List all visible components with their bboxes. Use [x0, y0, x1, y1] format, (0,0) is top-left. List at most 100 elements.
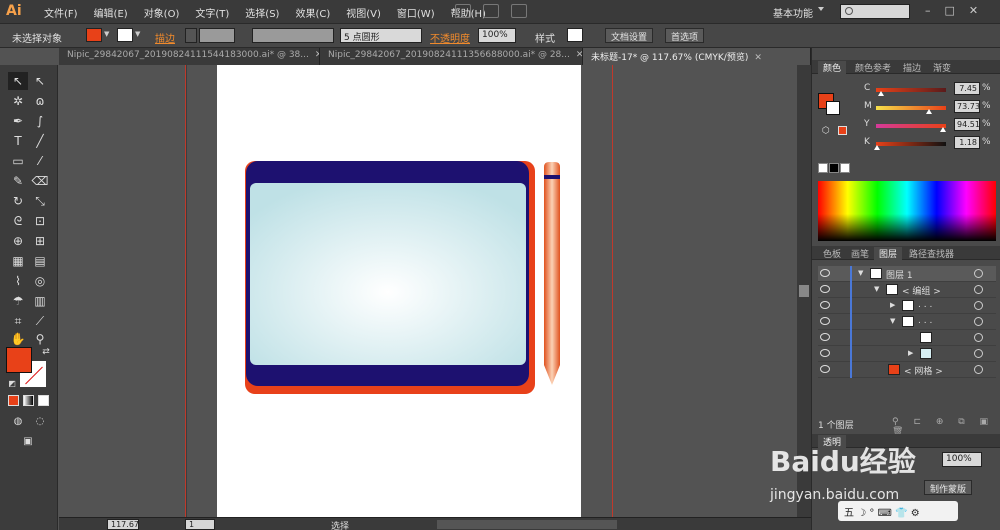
- layer-row[interactable]: ▼ 图层 1: [818, 266, 996, 282]
- layer-name[interactable]: 图层 1: [886, 268, 913, 281]
- eye-icon[interactable]: [820, 285, 830, 293]
- tab-brushes[interactable]: 画笔: [846, 247, 874, 260]
- artboard-tool-icon[interactable]: ⌗: [8, 312, 28, 330]
- layer-name[interactable]: . . .: [918, 300, 932, 310]
- eye-icon[interactable]: [820, 317, 830, 325]
- slice-tool-icon[interactable]: ⟋: [30, 312, 50, 330]
- layer-row[interactable]: ▼ . . .: [818, 314, 996, 330]
- tab-document-1[interactable]: Nipic_29842067_20190824111544183000.ai* …: [59, 48, 320, 65]
- scroll-thumb[interactable]: [799, 285, 809, 297]
- eye-icon[interactable]: [820, 349, 830, 357]
- default-colors-icon[interactable]: ◩: [2, 375, 22, 393]
- horizontal-scrollbar[interactable]: [437, 520, 617, 529]
- twirl-icon[interactable]: ▶: [908, 349, 913, 357]
- brush-select[interactable]: 5 点圆形: [340, 28, 422, 43]
- draw-mode-icon[interactable]: ◍: [8, 413, 28, 431]
- warp-tool-icon[interactable]: ᘓ: [8, 212, 28, 230]
- stroke-stepper[interactable]: [185, 28, 197, 43]
- column-graph-icon[interactable]: ▥: [30, 292, 50, 310]
- color-spectrum[interactable]: [818, 181, 996, 241]
- tab-swatches[interactable]: 色板: [818, 247, 846, 260]
- transparency-opacity-field[interactable]: 100%: [942, 452, 982, 467]
- arrange-documents-icon[interactable]: [483, 4, 499, 18]
- eyedropper-icon[interactable]: ⌇: [8, 272, 28, 290]
- white-swatch[interactable]: [840, 163, 850, 173]
- menu-effect[interactable]: 效果(C): [287, 5, 338, 20]
- eye-icon[interactable]: [820, 301, 830, 309]
- artboard[interactable]: [217, 65, 581, 517]
- gpu-performance-icon[interactable]: [511, 4, 527, 18]
- close-icon[interactable]: ✕: [754, 53, 762, 63]
- fill-swatch[interactable]: [86, 28, 102, 42]
- variable-width-select[interactable]: [252, 28, 334, 43]
- opacity-field[interactable]: 100%: [478, 28, 516, 43]
- slider-knob[interactable]: [878, 91, 884, 96]
- opacity-label[interactable]: 不透明度: [430, 30, 470, 45]
- eye-icon[interactable]: [820, 333, 830, 341]
- mesh-tool-icon[interactable]: ▦: [8, 252, 28, 270]
- slider-knob[interactable]: [874, 145, 880, 150]
- perspective-grid-icon[interactable]: ⊞: [30, 232, 50, 250]
- layer-row[interactable]: [818, 330, 996, 346]
- none-swatch[interactable]: [818, 163, 828, 173]
- screen-mode-icon[interactable]: ▣: [18, 433, 38, 451]
- slider-yellow[interactable]: Y 94.51 %: [864, 118, 996, 133]
- tab-stroke[interactable]: 描边: [898, 61, 926, 74]
- layer-row[interactable]: ▶: [818, 346, 996, 362]
- out-of-gamut-swatch[interactable]: [838, 126, 847, 135]
- rectangle-tool-icon[interactable]: ▭: [8, 152, 28, 170]
- curvature-tool-icon[interactable]: ∫: [30, 112, 50, 130]
- eraser-icon[interactable]: ⌫: [30, 172, 50, 190]
- value-field[interactable]: 73.73: [954, 100, 980, 113]
- gradient-tool-icon[interactable]: ▤: [30, 252, 50, 270]
- layer-row[interactable]: ▼ < 编组 >: [818, 282, 996, 298]
- slider-magenta[interactable]: M 73.73 %: [864, 100, 996, 115]
- type-tool-icon[interactable]: T: [8, 132, 28, 150]
- selection-tool-icon[interactable]: ↖: [8, 72, 28, 90]
- menu-select[interactable]: 选择(S): [237, 5, 287, 20]
- twirl-icon[interactable]: ▼: [874, 285, 879, 293]
- target-icon[interactable]: [974, 301, 983, 310]
- tab-gradient[interactable]: 渐变: [928, 61, 956, 74]
- free-transform-icon[interactable]: ⊡: [30, 212, 50, 230]
- slider-cyan[interactable]: C 7.45 %: [864, 82, 996, 97]
- layer-name[interactable]: . . .: [918, 316, 932, 326]
- canvas-area[interactable]: [59, 65, 811, 517]
- close-icon[interactable]: ✕: [576, 50, 582, 60]
- tab-document-2[interactable]: Nipic_29842067_20190824111356688000.ai* …: [320, 48, 583, 65]
- magic-wand-icon[interactable]: ✲: [8, 92, 28, 110]
- layer-name[interactable]: < 网格 >: [904, 364, 943, 377]
- symbol-sprayer-icon[interactable]: ☂: [8, 292, 28, 310]
- preferences-button[interactable]: 首选项: [665, 28, 705, 43]
- pencil-icon[interactable]: ✎: [8, 172, 28, 190]
- twirl-icon[interactable]: ▶: [890, 301, 895, 309]
- layer-row[interactable]: ▶ . . .: [818, 298, 996, 314]
- search-input[interactable]: [840, 4, 910, 19]
- slider-knob[interactable]: [940, 127, 946, 132]
- draw-behind-icon[interactable]: ◌: [30, 413, 50, 431]
- menu-type[interactable]: 文字(T): [187, 5, 237, 20]
- tab-layers[interactable]: 图层: [874, 247, 903, 260]
- direct-selection-tool-icon[interactable]: ↖: [30, 72, 50, 90]
- paintbrush-icon[interactable]: ⁄: [30, 152, 50, 170]
- stroke-label[interactable]: 描边: [155, 30, 175, 45]
- zoom-field[interactable]: 117.67: [107, 519, 139, 530]
- bridge-icon[interactable]: [455, 4, 471, 18]
- twirl-icon[interactable]: ▼: [858, 269, 863, 277]
- swap-colors-icon[interactable]: ⇄: [36, 343, 56, 361]
- menu-object[interactable]: 对象(O): [136, 5, 188, 20]
- hand-tool-icon[interactable]: ✋: [8, 330, 28, 348]
- slider-black[interactable]: K 1.18 %: [864, 136, 996, 151]
- chevron-down-icon[interactable]: ▼: [104, 30, 114, 42]
- line-tool-icon[interactable]: ╱: [30, 132, 50, 150]
- target-icon[interactable]: [974, 285, 983, 294]
- scale-tool-icon[interactable]: ⤡: [30, 192, 50, 210]
- target-icon[interactable]: [974, 365, 983, 374]
- slider-knob[interactable]: [926, 109, 932, 114]
- make-mask-button[interactable]: 制作蒙版: [924, 480, 973, 495]
- stroke-weight-field[interactable]: [199, 28, 235, 43]
- panel-stroke-swatch[interactable]: [826, 101, 840, 115]
- color-mode-button[interactable]: [8, 395, 19, 406]
- twirl-icon[interactable]: ▼: [890, 317, 895, 325]
- eye-icon[interactable]: [820, 365, 830, 373]
